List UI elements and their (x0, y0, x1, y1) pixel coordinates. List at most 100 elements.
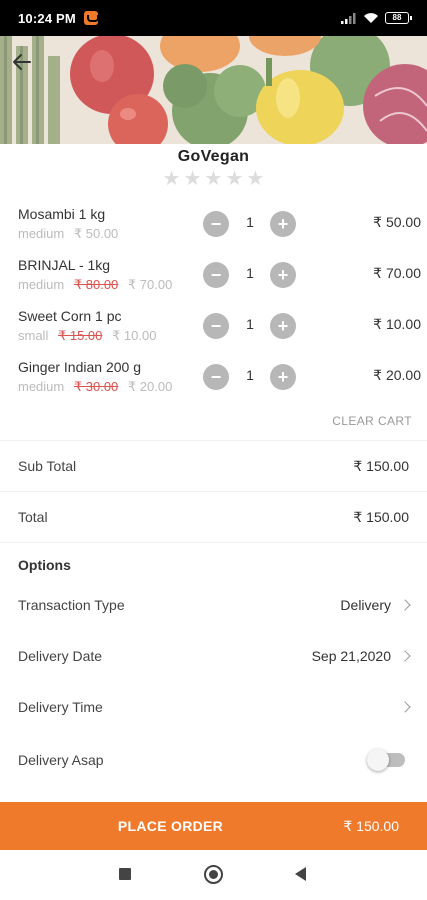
minus-icon: − (210, 265, 222, 285)
delivery-date-value-group: Sep 21,2020 (311, 648, 411, 664)
wifi-icon (364, 13, 378, 23)
increase-qty-button[interactable]: + (270, 211, 296, 237)
delivery-date-row[interactable]: Delivery Date Sep 21,2020 (0, 631, 427, 681)
item-variant: small (18, 328, 49, 343)
minus-icon: − (210, 214, 222, 234)
increase-qty-button[interactable]: + (270, 262, 296, 288)
star-icon[interactable]: ★ (205, 168, 223, 190)
total-row: Total ₹ 150.00 (0, 492, 427, 542)
home-icon[interactable] (204, 865, 223, 884)
increase-qty-button[interactable]: + (270, 364, 296, 390)
options-title: Options (18, 557, 71, 573)
subtotal-row: Sub Total ₹ 150.00 (0, 441, 427, 491)
minus-icon: − (210, 367, 222, 387)
store-rating[interactable]: ★ ★ ★ ★ ★ (0, 168, 427, 190)
delivery-asap-toggle[interactable] (367, 749, 405, 771)
item-variant-price: medium ₹ 50.00 (18, 226, 118, 242)
plus-icon: + (277, 367, 289, 387)
decrease-qty-button[interactable]: − (203, 211, 229, 237)
store-banner-image (0, 36, 427, 144)
item-original-price: ₹ 30.00 (73, 379, 119, 394)
chevron-right-icon (399, 650, 411, 662)
cart-items-list: Mosambi 1 kg medium ₹ 50.00 − 1 + ₹ 50.0… (0, 204, 427, 408)
delivery-time-label: Delivery Time (18, 699, 103, 715)
star-icon[interactable]: ★ (246, 168, 264, 190)
minus-icon: − (210, 316, 222, 336)
transaction-type-value-group: Delivery (340, 597, 411, 613)
signal-icon (341, 13, 356, 24)
notification-icon (83, 11, 99, 25)
item-name: Mosambi 1 kg (18, 206, 106, 222)
total-label: Total (18, 509, 48, 525)
total-value: ₹ 150.00 (353, 508, 409, 525)
decrease-qty-button[interactable]: − (203, 313, 229, 339)
item-variant: medium (18, 226, 65, 241)
item-variant-price: medium ₹ 30.00 ₹ 20.00 (18, 379, 172, 395)
clear-cart-button[interactable]: CLEAR CART (332, 414, 412, 428)
store-header: GoVegan ★ ★ ★ ★ ★ (0, 148, 427, 190)
item-quantity: 1 (246, 265, 254, 281)
banner-overlay (0, 36, 427, 144)
order-total: ₹ 150.00 (343, 817, 399, 834)
cart-item: BRINJAL - 1kg medium ₹ 80.00 ₹ 70.00 − 1… (0, 255, 427, 306)
delivery-date-value: Sep 21,2020 (311, 648, 391, 664)
battery-icon: 88 (385, 12, 412, 24)
item-name: Ginger Indian 200 g (18, 359, 141, 375)
item-variant: medium (18, 277, 65, 292)
system-nav-bar (0, 850, 427, 900)
delivery-date-label: Delivery Date (18, 648, 103, 664)
subtotal-value: ₹ 150.00 (353, 457, 409, 474)
item-quantity: 1 (246, 214, 254, 230)
place-order-button[interactable]: PLACE ORDER (0, 818, 341, 834)
chevron-right-icon (399, 599, 411, 611)
item-unit-price: ₹ 20.00 (127, 379, 173, 394)
back-icon[interactable] (295, 867, 306, 881)
status-bar: 10:24 PM 88 (0, 0, 427, 36)
increase-qty-button[interactable]: + (270, 313, 296, 339)
subtotal-label: Sub Total (18, 458, 77, 474)
item-unit-price: ₹ 70.00 (127, 277, 173, 292)
store-name: GoVegan (177, 148, 250, 165)
star-icon[interactable]: ★ (225, 168, 243, 190)
cart-item: Mosambi 1 kg medium ₹ 50.00 − 1 + ₹ 50.0… (0, 204, 427, 255)
chevron-right-icon (399, 701, 411, 713)
transaction-type-value: Delivery (340, 597, 391, 613)
star-icon[interactable]: ★ (163, 168, 181, 190)
delivery-asap-toggle-wrap (367, 749, 409, 771)
delivery-asap-row: Delivery Asap (0, 735, 427, 785)
item-variant-price: medium ₹ 80.00 ₹ 70.00 (18, 277, 172, 293)
delivery-time-value-group (391, 701, 411, 713)
plus-icon: + (277, 214, 289, 234)
back-arrow-icon (13, 54, 31, 70)
toggle-knob (367, 749, 389, 771)
item-name: BRINJAL - 1kg (18, 257, 111, 273)
back-button[interactable] (12, 52, 42, 82)
item-total: ₹ 20.00 (373, 367, 421, 383)
delivery-time-row[interactable]: Delivery Time (0, 682, 427, 732)
decrease-qty-button[interactable]: − (203, 364, 229, 390)
status-time: 10:24 PM (18, 10, 76, 26)
recents-icon[interactable] (119, 868, 131, 880)
item-original-price: ₹ 80.00 (73, 277, 119, 292)
item-total: ₹ 50.00 (373, 214, 421, 230)
star-icon[interactable]: ★ (184, 168, 202, 190)
divider (0, 542, 427, 543)
decrease-qty-button[interactable]: − (203, 262, 229, 288)
delivery-asap-label: Delivery Asap (18, 752, 104, 768)
transaction-type-row[interactable]: Transaction Type Delivery (0, 580, 427, 630)
item-total: ₹ 70.00 (373, 265, 421, 281)
item-quantity: 1 (246, 316, 254, 332)
item-unit-price: ₹ 10.00 (112, 328, 157, 343)
item-unit-price: ₹ 50.00 (73, 226, 119, 241)
item-variant: medium (18, 379, 65, 394)
status-icons: 88 (341, 12, 412, 24)
transaction-type-label: Transaction Type (18, 597, 125, 613)
cart-item: Sweet Corn 1 pc small ₹ 15.00 ₹ 10.00 − … (0, 306, 427, 357)
item-original-price: ₹ 15.00 (57, 328, 103, 343)
item-variant-price: small ₹ 15.00 ₹ 10.00 (18, 328, 156, 344)
plus-icon: + (277, 316, 289, 336)
cart-item: Ginger Indian 200 g medium ₹ 30.00 ₹ 20.… (0, 357, 427, 408)
item-name: Sweet Corn 1 pc (18, 308, 122, 324)
place-order-bar[interactable]: PLACE ORDER ₹ 150.00 (0, 802, 427, 850)
item-total: ₹ 10.00 (373, 316, 421, 332)
